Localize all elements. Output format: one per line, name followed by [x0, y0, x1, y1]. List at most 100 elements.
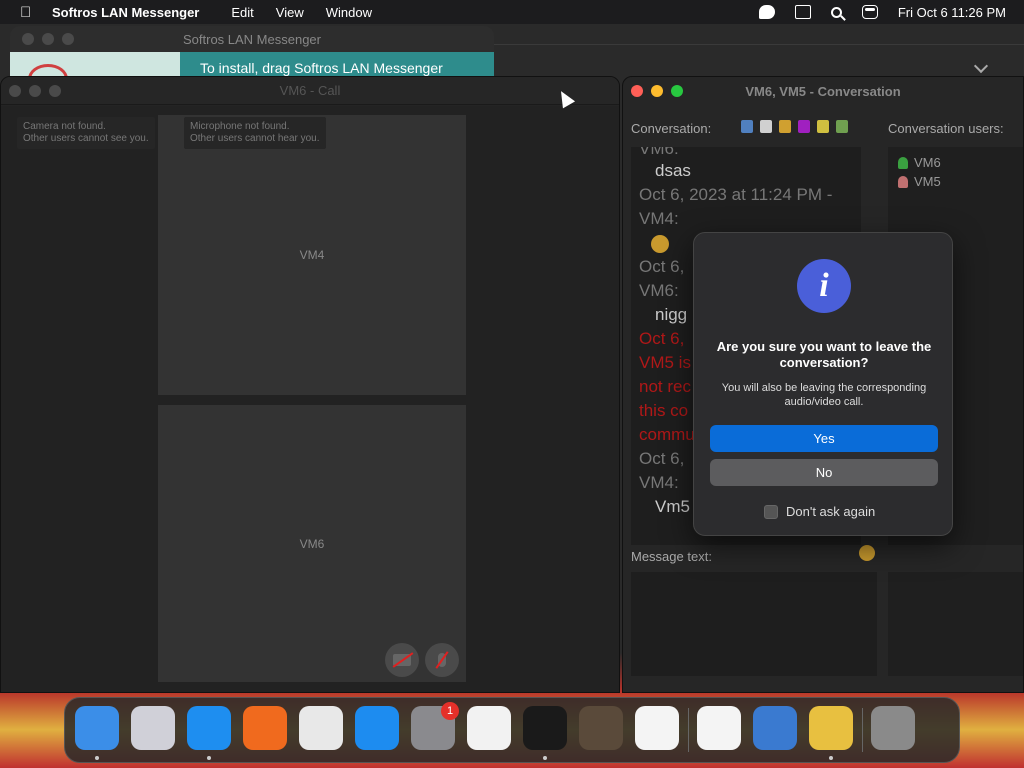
minimize-button[interactable] [42, 33, 54, 45]
textedit-icon[interactable] [467, 706, 511, 750]
chevron-down-icon[interactable] [973, 58, 989, 74]
control-center-icon[interactable] [861, 5, 878, 19]
chat-line: VM4: [639, 473, 679, 492]
side-panel [888, 572, 1023, 676]
stage-manager-icon[interactable] [794, 5, 811, 19]
safari-icon[interactable] [187, 706, 231, 750]
user-icon [898, 175, 908, 188]
garageband-icon[interactable] [579, 706, 623, 750]
conversation-toolbar [741, 120, 848, 133]
toolbar-tool-icon[interactable] [817, 120, 829, 133]
toolbar-tool-icon[interactable] [836, 120, 848, 133]
video-tile-vm6[interactable]: VM6 [158, 405, 466, 682]
chat-line: Oct 6, [639, 329, 685, 348]
conversation-users-label: Conversation users: [888, 121, 1004, 136]
toolbar-tool-icon[interactable] [779, 120, 791, 133]
minimize-button[interactable] [29, 85, 41, 97]
messenger-status-icon[interactable] [758, 5, 775, 19]
terminal-icon[interactable] [523, 706, 567, 750]
running-indicator [829, 756, 833, 760]
menu-edit[interactable]: Edit [231, 5, 253, 20]
dialog-title: Are you sure you want to leave the conve… [716, 339, 932, 370]
close-button[interactable] [9, 85, 21, 97]
installer-titlebar[interactable]: Softros LAN Messenger [10, 26, 494, 52]
call-window: VM6 - Call Camera not found. Other users… [0, 76, 620, 693]
chat-line: Oct 6, 2023 at 11:24 PM - [639, 185, 833, 204]
close-button[interactable] [22, 33, 34, 45]
call-content: Camera not found. Other users cannot see… [1, 106, 619, 692]
installer-title: Softros LAN Messenger [182, 31, 321, 47]
zoom-button[interactable] [49, 85, 61, 97]
vscode-icon[interactable] [635, 706, 679, 750]
dont-ask-again-label[interactable]: Don't ask again [786, 504, 875, 519]
toolbar-tool-icon[interactable] [741, 120, 753, 133]
minimize-button[interactable] [651, 85, 663, 97]
chat-line: VM5 is [639, 353, 691, 372]
app-store-icon[interactable] [355, 706, 399, 750]
launchpad-icon[interactable] [131, 706, 175, 750]
video-tile-label: VM4 [299, 248, 325, 262]
chrome-icon[interactable] [299, 706, 343, 750]
message-text-label: Message text: [631, 549, 712, 564]
firefox-icon[interactable] [243, 706, 287, 750]
chat-line: nigg [655, 305, 688, 324]
leave-conversation-dialog: i Are you sure you want to leave the con… [693, 232, 953, 536]
visual-studio-icon[interactable] [697, 706, 741, 750]
apple-icon[interactable]:  [20, 4, 34, 21]
toolbar-tool-icon[interactable] [798, 120, 810, 133]
camera-off-button[interactable] [385, 643, 419, 677]
installer-window: Softros LAN Messenger To install, drag S… [10, 26, 494, 81]
weather-icon[interactable] [753, 706, 797, 750]
running-indicator [95, 756, 99, 760]
zoom-button[interactable] [62, 33, 74, 45]
softros-messenger-icon[interactable] [809, 706, 853, 750]
emoji-picker-icon[interactable] [859, 545, 875, 561]
yes-button[interactable]: Yes [710, 425, 938, 452]
conversation-titlebar[interactable]: VM6, VM5 - Conversation [623, 77, 1023, 105]
user-name: VM6 [914, 155, 941, 170]
dock-separator [688, 708, 689, 752]
mic-off-button[interactable] [425, 643, 459, 677]
video-tile-vm4[interactable]: VM4 [158, 115, 466, 395]
menu-view[interactable]: View [276, 5, 304, 20]
user-item-vm5[interactable]: VM5 [898, 174, 941, 189]
system-settings-icon[interactable]: 1 [411, 702, 459, 750]
conversation-title: VM6, VM5 - Conversation [745, 83, 901, 99]
dock-separator [862, 708, 863, 752]
menu-bar:  Softros LAN Messenger Edit View Window… [0, 0, 1024, 24]
trash-icon[interactable] [871, 706, 915, 750]
zoom-button[interactable] [671, 85, 683, 97]
mic-off-icon [438, 653, 446, 667]
chat-line: Oct 6, [639, 449, 685, 468]
running-indicator [207, 756, 211, 760]
menu-app-name[interactable]: Softros LAN Messenger [52, 5, 199, 20]
dont-ask-again-checkbox[interactable] [764, 504, 778, 519]
close-button[interactable] [631, 85, 643, 97]
user-item-vm6[interactable]: VM6 [898, 155, 941, 170]
user-icon [898, 156, 908, 169]
dont-ask-again-row[interactable]: Don't ask again [764, 504, 875, 519]
mic-notice-line-1: Microphone not found. [190, 121, 290, 132]
chat-line: commu [639, 425, 695, 444]
message-input[interactable] [631, 572, 877, 676]
notification-badge: 1 [441, 702, 459, 720]
finder-icon[interactable] [75, 706, 119, 750]
info-icon: i [797, 259, 851, 313]
dialog-description: You will also be leaving the correspondi… [721, 382, 927, 408]
user-name: VM5 [914, 174, 941, 189]
conversation-label: Conversation: [631, 121, 712, 136]
camera-notice-line-2: Other users cannot see you. [23, 133, 149, 144]
chat-line: not rec [639, 377, 691, 396]
no-button[interactable]: No [710, 459, 938, 486]
chat-line: Vm5 [655, 497, 690, 516]
emoji-icon [651, 235, 669, 253]
chat-line: VM4: [639, 209, 679, 228]
camera-off-icon [393, 654, 411, 666]
menu-window[interactable]: Window [326, 5, 372, 20]
dock: 1 [64, 697, 960, 763]
mic-notice-line-2: Other users cannot hear you. [190, 133, 320, 144]
menu-clock[interactable]: Fri Oct 6 11:26 PM [898, 5, 1006, 20]
spotlight-search-icon[interactable] [830, 6, 842, 18]
call-titlebar[interactable]: VM6 - Call [1, 77, 619, 105]
toolbar-tool-icon[interactable] [760, 120, 772, 133]
